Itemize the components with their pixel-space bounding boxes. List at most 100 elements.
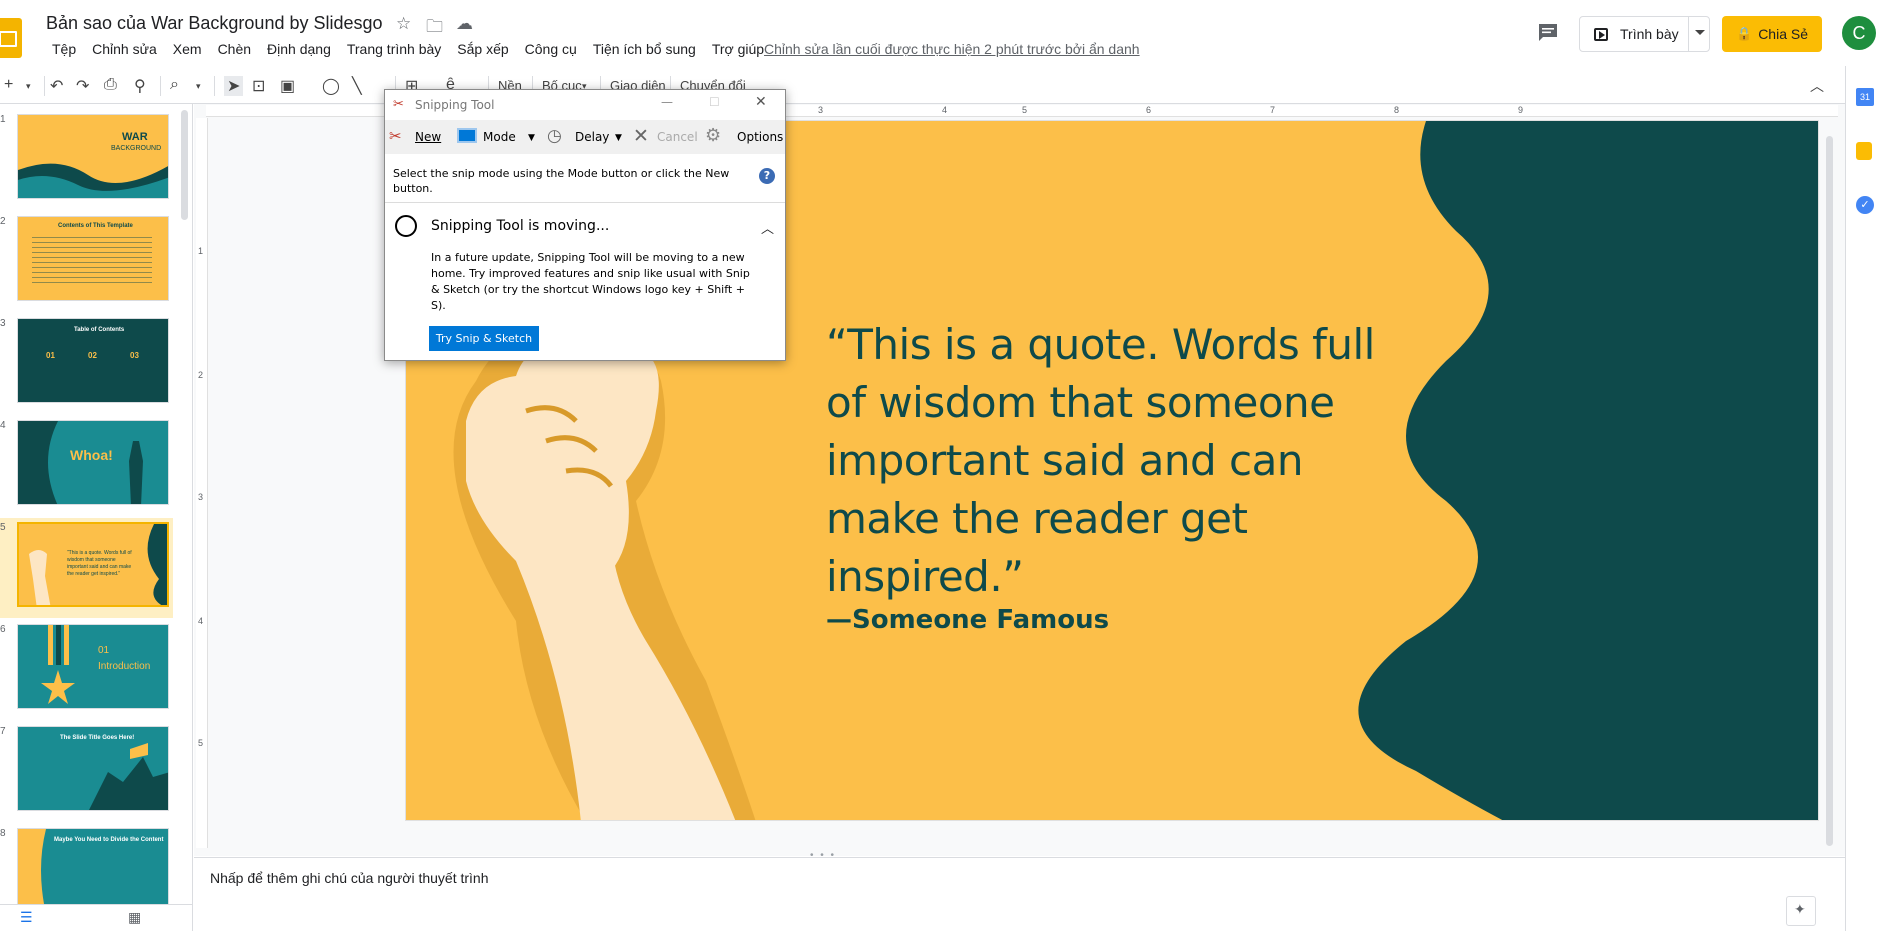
cloud-status-icon[interactable]: ☁ — [456, 14, 473, 34]
slide-thumbnail-8[interactable]: Maybe You Need to Divide the Content — [17, 828, 169, 904]
slide-thumbnail-3[interactable]: Table of Contents 01 02 03 — [17, 318, 169, 403]
close-icon[interactable]: ✕ — [755, 94, 767, 110]
minimize-icon[interactable]: — — [661, 95, 673, 109]
try-snip-sketch-button[interactable]: Try Snip & Sketch — [429, 326, 539, 351]
mode-icon — [457, 128, 477, 143]
menu-slide[interactable]: Trang trình bày — [339, 41, 449, 57]
document-title[interactable]: Bản sao của War Background by Slidesgo — [46, 13, 383, 34]
slide-number: 4 — [0, 420, 6, 431]
image-icon[interactable]: ▣ — [280, 76, 295, 96]
last-edit-link[interactable]: Chỉnh sửa lần cuối được thực hiện 2 phút… — [764, 41, 1140, 57]
redo-icon[interactable]: ↷ — [76, 76, 89, 96]
speaker-notes[interactable]: Nhấp để thêm ghi chú của người thuyết tr… — [194, 857, 1845, 931]
menu-view[interactable]: Xem — [165, 41, 210, 57]
snip-notice-body: In a future update, Snipping Tool will b… — [431, 251, 750, 312]
filmstrip-view-icon[interactable]: ☰ — [20, 909, 33, 926]
paint-format-icon[interactable]: ⚲ — [134, 76, 146, 96]
slide-number: 8 — [0, 828, 6, 839]
new-snip-button[interactable]: New — [415, 130, 441, 144]
thumb-title: 01 — [98, 645, 110, 656]
snip-notice-title: Snipping Tool is moving... — [431, 218, 610, 234]
undo-icon[interactable]: ↶ — [50, 76, 63, 96]
snip-instruction-text: Select the snip mode using the Mode butt… — [393, 167, 730, 195]
share-button[interactable]: 🔒 Chia Sẻ — [1722, 16, 1822, 52]
new-slide-dropdown-icon[interactable]: ▾ — [26, 81, 31, 92]
ruler-mark: 5 — [1022, 105, 1028, 115]
snip-divider — [385, 202, 785, 203]
thumb-title: Contents of This Template — [58, 223, 133, 229]
thumb-title: Table of Contents — [74, 327, 125, 333]
line-icon[interactable]: ╲ — [352, 76, 362, 96]
slide-number: 5 — [0, 522, 6, 533]
ruler-mark: 5 — [198, 738, 204, 748]
help-icon[interactable]: ? — [759, 168, 775, 184]
zoom-dropdown-icon[interactable]: ▾ — [196, 81, 201, 92]
toolbar: + ▾ ↶ ↷ ⎙ ⚲ ⌕ ▾ ➤ ⊡ ▣ ◯ ╲ ⊞ ȇ Nền Bố cục… — [0, 68, 1845, 104]
slides-logo-icon[interactable] — [0, 18, 22, 58]
delay-button[interactable]: Delay — [575, 130, 609, 144]
cancel-button[interactable]: Cancel — [657, 130, 698, 144]
account-avatar[interactable]: C — [1842, 16, 1876, 50]
maximize-icon[interactable]: ☐ — [709, 95, 720, 109]
slide-number: 3 — [0, 318, 6, 329]
filmstrip-scrollbar[interactable] — [181, 110, 188, 220]
slide-thumbnail-7[interactable]: The Slide Title Goes Here! — [17, 726, 169, 811]
ruler-mark: 1 — [198, 246, 204, 256]
cancel-x-icon: ✕ — [633, 125, 649, 147]
comment-history-icon[interactable] — [1537, 22, 1559, 42]
text-box-icon[interactable]: ⊡ — [252, 76, 265, 96]
new-slide-icon[interactable]: + — [4, 76, 13, 94]
menu-format[interactable]: Định dạng — [259, 41, 339, 57]
slide-number: 1 — [0, 114, 6, 125]
speaker-notes-placeholder[interactable]: Nhấp để thêm ghi chú của người thuyết tr… — [210, 870, 489, 886]
snip-sketch-icon — [395, 215, 417, 237]
menu-file[interactable]: Tệp — [44, 41, 84, 57]
grid-view-icon[interactable]: ▦ — [128, 909, 141, 926]
thumb-title: Maybe You Need to Divide the Content — [54, 837, 164, 843]
keep-icon[interactable] — [1856, 142, 1872, 160]
tasks-icon[interactable]: ✓ — [1856, 196, 1874, 214]
menu-tools[interactable]: Công cụ — [517, 41, 585, 57]
ruler-mark: 8 — [1394, 105, 1400, 115]
zoom-icon[interactable]: ⌕ — [170, 76, 179, 94]
menu-arrange[interactable]: Sắp xếp — [449, 41, 516, 57]
delay-clock-icon: ◷ — [547, 126, 562, 146]
mode-button[interactable]: Mode — [483, 130, 516, 144]
move-folder-icon[interactable]: 🗀 — [426, 14, 443, 43]
calendar-icon[interactable]: 31 — [1856, 88, 1874, 106]
ruler-mark: 6 — [1146, 105, 1152, 115]
shape-icon[interactable]: ◯ — [322, 76, 340, 96]
slide-thumbnail-5-selected[interactable]: “This is a quote. Words full of wisdom t… — [17, 522, 169, 607]
collapse-toolbar-icon[interactable]: ︿ — [1810, 76, 1824, 96]
menu-addons[interactable]: Tiện ích bổ sung — [585, 41, 704, 57]
explore-button[interactable]: ✦ — [1786, 896, 1816, 926]
canvas-scrollbar[interactable] — [1826, 136, 1833, 846]
slide-number: 2 — [0, 216, 6, 227]
collapse-chevron-icon[interactable]: ︿ — [761, 218, 774, 237]
star-icon[interactable]: ☆ — [396, 14, 411, 34]
menu-insert[interactable]: Chèn — [210, 41, 259, 57]
present-dropdown-button[interactable] — [1688, 16, 1710, 52]
options-button[interactable]: Options — [737, 130, 783, 144]
slide-author[interactable]: —Someone Famous — [826, 605, 1109, 635]
menu-help[interactable]: Trợ giúp — [704, 41, 772, 57]
explore-icon: ✦ — [1794, 901, 1806, 917]
slide-thumbnail-2[interactable]: Contents of This Template — [17, 216, 169, 301]
print-icon[interactable]: ⎙ — [104, 76, 117, 94]
select-cursor-icon[interactable]: ➤ — [224, 76, 244, 96]
menu-bar: Tệp Chỉnh sửa Xem Chèn Định dạng Trang t… — [44, 41, 772, 57]
thumb-title: WAR — [122, 131, 148, 143]
slide-number: 7 — [0, 726, 6, 737]
delay-dropdown-icon[interactable]: ▼ — [615, 133, 622, 143]
side-panel: 31 ✓ — [1845, 66, 1877, 931]
present-icon — [1594, 28, 1608, 41]
slide-thumbnail-4[interactable]: Whoa! — [17, 420, 169, 505]
slide-thumbnail-1[interactable]: WAR BACKGROUND — [17, 114, 169, 199]
slide-quote[interactable]: “This is a quote. Words full of wisdom t… — [826, 316, 1426, 606]
thumb-item: 03 — [130, 351, 139, 360]
mode-dropdown-icon[interactable]: ▼ — [528, 133, 535, 143]
slide-thumbnail-6[interactable]: 01 Introduction — [17, 624, 169, 709]
thumb-title: Whoa! — [70, 447, 113, 463]
snipping-tool-titlebar[interactable]: ✂ Snipping Tool — ☐ ✕ — [385, 90, 785, 120]
menu-edit[interactable]: Chỉnh sửa — [84, 41, 165, 57]
